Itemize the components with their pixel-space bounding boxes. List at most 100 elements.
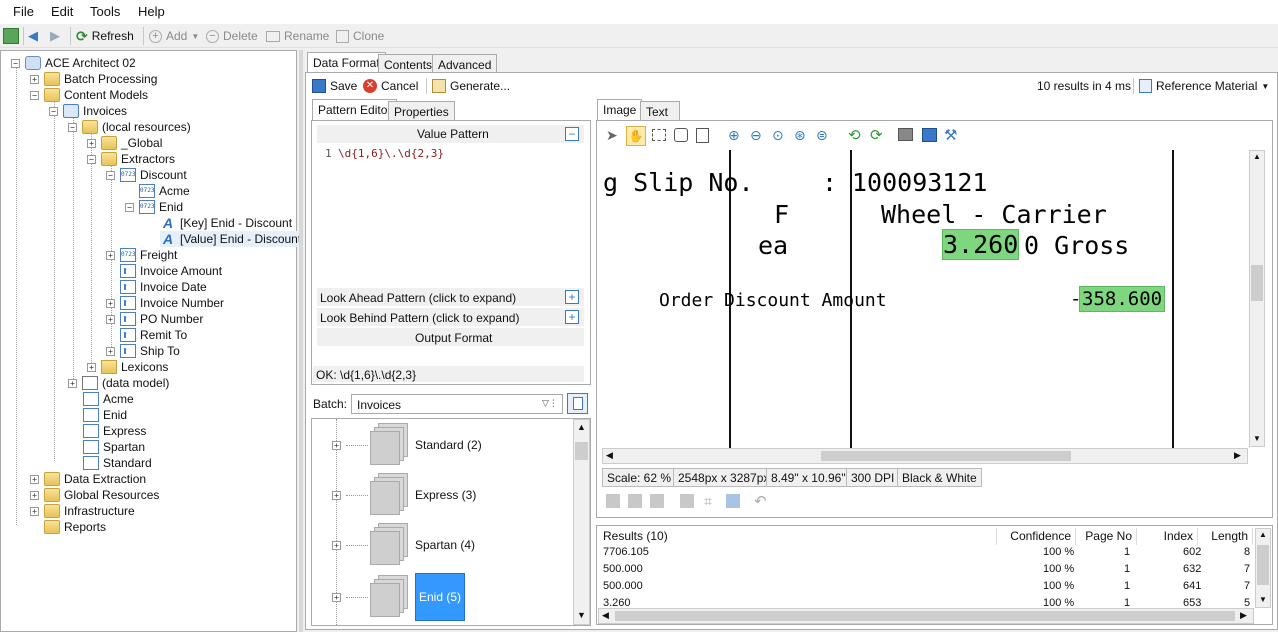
batch-scrollbar[interactable]: ▲ ▼ [573, 419, 590, 625]
tab-image[interactable]: Image [597, 99, 643, 121]
tree-node-ship-to[interactable]: + Ship To [106, 343, 180, 359]
menu-file[interactable]: File [13, 4, 34, 19]
refresh-button[interactable]: ⟳ Refresh [76, 27, 134, 45]
home-icon[interactable] [3, 28, 19, 44]
tree-node-root[interactable]: − ACE Architect 02 [11, 55, 136, 71]
scroll-thumb[interactable] [575, 442, 588, 460]
pointer-icon[interactable]: ➤ [606, 127, 618, 144]
tab-pattern-editor[interactable]: Pattern Editor [312, 99, 398, 121]
zoom-width-icon[interactable]: ⊜ [816, 127, 828, 144]
tab-properties[interactable]: Properties [388, 101, 455, 121]
save-button[interactable]: Save [312, 77, 357, 95]
pattern-code-editor[interactable]: \d{1,6}\.\d{2,3} [338, 147, 444, 160]
scroll-up-icon[interactable]: ▲ [1259, 530, 1267, 539]
look-ahead-section[interactable]: Look Ahead Pattern (click to expand) + [317, 288, 584, 306]
expand-icon[interactable]: + [332, 592, 341, 602]
tree-node-batch-processing[interactable]: + Batch Processing [30, 71, 157, 87]
collapse-icon[interactable]: − [30, 90, 39, 100]
expand-icon[interactable]: + [106, 298, 115, 308]
tree-node-remit-to[interactable]: Remit To [120, 327, 187, 343]
rotate-right-icon[interactable]: ⟳ [870, 126, 883, 144]
scroll-left-icon[interactable]: ◀ [606, 450, 613, 461]
column-header-length[interactable]: Length [1199, 528, 1253, 545]
tab-advanced[interactable]: Advanced [432, 54, 498, 74]
image-horizontal-scrollbar[interactable]: ◀ ▶ [602, 448, 1248, 464]
column-header-index[interactable]: Index [1138, 528, 1198, 545]
menu-help[interactable]: Help [138, 4, 165, 19]
tree-node-invoice-date[interactable]: Invoice Date [120, 279, 207, 295]
batch-item-enid[interactable]: + Enid (5) [332, 573, 466, 621]
expand-icon[interactable]: + [106, 314, 115, 324]
expand-icon[interactable]: + [332, 490, 341, 500]
expand-icon[interactable]: + [87, 362, 96, 372]
tree-node-enid-class[interactable]: Enid [83, 407, 127, 423]
crop-right-icon[interactable] [628, 494, 642, 508]
settings-tools-icon[interactable]: ⚒ [944, 126, 957, 144]
expand-icon[interactable]: + [332, 540, 341, 550]
tree-node-po-number[interactable]: + PO Number [106, 311, 203, 327]
tree-node-data-model[interactable]: + (data model) [68, 375, 169, 391]
cancel-button[interactable]: ✕ Cancel [363, 77, 418, 95]
tree-node-invoice-amount[interactable]: Invoice Amount [120, 263, 222, 279]
menu-edit[interactable]: Edit [51, 4, 73, 19]
collapse-icon[interactable]: − [87, 154, 96, 164]
batch-item-spartan[interactable]: + Spartan (4) [332, 523, 475, 567]
expand-icon[interactable]: + [565, 290, 579, 304]
reference-material-button[interactable]: Reference Material ▼ [1139, 77, 1269, 95]
tree-node-global[interactable]: + _Global [87, 135, 162, 151]
collapse-icon[interactable]: − [49, 106, 58, 116]
expand-icon[interactable]: + [30, 490, 39, 500]
back-arrow-icon[interactable]: ◀ [28, 28, 38, 44]
select-region-icon[interactable] [652, 129, 666, 141]
tree-node-express-class[interactable]: Express [83, 423, 146, 439]
tree-node-key-enid-discount[interactable]: A [Key] Enid - Discount [160, 215, 292, 231]
results-vertical-scrollbar[interactable]: ▲ ▼ [1255, 528, 1271, 608]
tree-node-extractors[interactable]: − Extractors [87, 151, 175, 167]
output-format-section[interactable]: Output Format [317, 328, 584, 346]
tree-node-invoices[interactable]: − Invoices [49, 103, 127, 119]
tree-node-acme-class[interactable]: Acme [83, 391, 134, 407]
tree-node-data-extraction[interactable]: + Data Extraction [30, 471, 146, 487]
look-behind-section[interactable]: Look Behind Pattern (click to expand) + [317, 308, 584, 326]
tree-node-standard-class[interactable]: Standard [83, 455, 152, 471]
expand-icon[interactable]: + [87, 138, 96, 148]
rotate-page-icon[interactable] [726, 494, 740, 508]
tab-text[interactable]: Text [640, 101, 680, 121]
expand-icon[interactable]: + [565, 310, 579, 324]
scroll-down-icon[interactable]: ▼ [577, 610, 586, 620]
crop-icon[interactable]: ⌗ [704, 493, 712, 510]
collapse-icon[interactable]: − [106, 170, 115, 180]
clone-button[interactable]: Clone [336, 27, 384, 45]
expand-icon[interactable]: + [30, 474, 39, 484]
scroll-thumb[interactable] [1257, 545, 1269, 585]
collapse-icon[interactable]: − [11, 58, 20, 68]
batch-view-button[interactable] [567, 393, 588, 414]
tree-node-enid-discount[interactable]: − 0723 Enid [125, 199, 183, 215]
zoom-actual-icon[interactable]: ⊙ [772, 127, 784, 144]
despeckle-icon[interactable] [680, 494, 694, 508]
column-header-page-no[interactable]: Page No [1077, 528, 1137, 545]
print-icon[interactable] [898, 128, 913, 141]
image-vertical-scrollbar[interactable]: ▲ ▼ [1249, 150, 1265, 447]
expand-icon[interactable]: + [106, 346, 115, 356]
pan-hand-icon[interactable]: ✋ [626, 126, 646, 146]
table-row[interactable]: 500.000 100 % 1 632 7 [598, 562, 1254, 578]
expand-icon[interactable]: + [30, 506, 39, 516]
tree-node-acme-discount[interactable]: 0723 Acme [139, 183, 190, 199]
collapse-icon[interactable]: − [565, 127, 579, 141]
tree-node-value-enid-discount[interactable]: A [Value] Enid - Discount [160, 231, 305, 247]
tree-node-discount[interactable]: − 0723 Discount [106, 167, 187, 183]
scroll-thumb[interactable] [1251, 265, 1263, 301]
scroll-up-icon[interactable]: ▲ [1253, 152, 1261, 161]
zoom-out-icon[interactable]: ⊖ [750, 127, 762, 144]
tab-contents[interactable]: Contents [378, 54, 439, 74]
batch-item-standard[interactable]: + Standard (2) [332, 423, 482, 467]
rotate-left-icon[interactable]: ⟲ [848, 126, 861, 144]
doc-highlight-match[interactable]: 3.260 [942, 229, 1020, 260]
page-zoom-icon[interactable] [696, 128, 709, 143]
document-image[interactable]: g Slip No. : 100093121 F Wheel - Carrier… [600, 150, 1249, 448]
expand-icon[interactable]: + [30, 74, 39, 84]
column-header-results[interactable]: Results (10) [599, 528, 997, 545]
deskew-icon[interactable] [650, 494, 664, 508]
tree-node-freight[interactable]: + 0723 Freight [106, 247, 177, 263]
